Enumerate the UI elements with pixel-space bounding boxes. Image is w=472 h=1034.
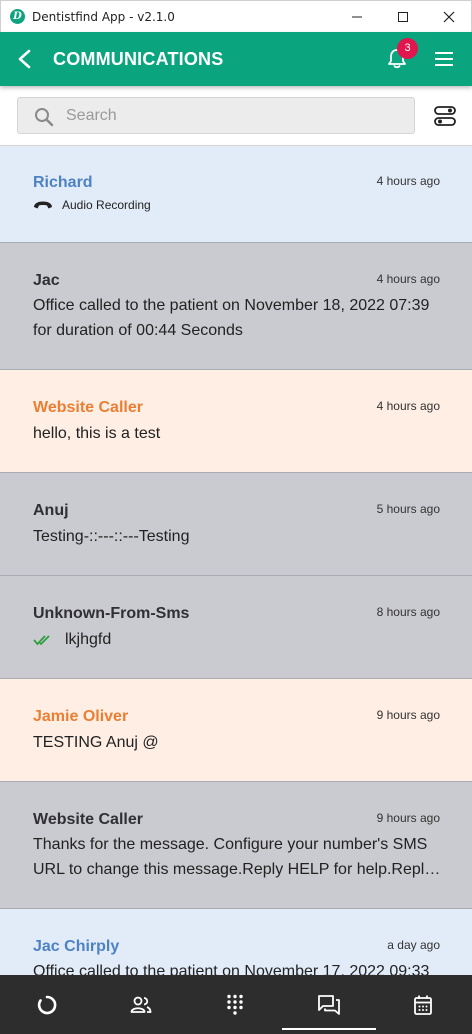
- timestamp: 4 hours ago: [376, 174, 440, 188]
- timestamp: 4 hours ago: [376, 272, 440, 286]
- list-item[interactable]: Website Caller 4 hours ago hello, this i…: [0, 370, 472, 473]
- contact-name: Jac: [33, 272, 60, 289]
- window-titlebar: D Dentistfind App - v2.1.0: [0, 0, 472, 32]
- message-preview: hello, this is a test: [33, 425, 161, 442]
- filter-button[interactable]: [432, 103, 458, 129]
- search-box[interactable]: [17, 97, 415, 134]
- list-item[interactable]: Richard 4 hours ago Audio Recording: [0, 146, 472, 243]
- contact-name: Jac Chirply: [33, 938, 120, 955]
- page-title: COMMUNICATIONS: [53, 49, 224, 69]
- maximize-icon: [398, 12, 408, 22]
- window-title: Dentistfind App - v2.1.0: [32, 10, 175, 24]
- sms-message-row: lkjhgfd: [33, 631, 111, 649]
- message-preview: Testing-::---::---Testing: [33, 528, 190, 545]
- contact-name: Richard: [33, 174, 93, 191]
- list-item[interactable]: Website Caller 9 hours ago Thanks for th…: [0, 782, 472, 909]
- timestamp: a day ago: [387, 938, 440, 952]
- bottom-navigation: [0, 975, 472, 1034]
- message-preview: Office called to the patient on November…: [33, 297, 430, 339]
- list-item[interactable]: Jamie Oliver 9 hours ago TESTING Anuj @: [0, 679, 472, 782]
- filter-toggle-icon: [434, 106, 456, 126]
- close-icon: [443, 11, 455, 23]
- phone-hangup-icon: [34, 201, 52, 209]
- list-item[interactable]: Jac Chirply a day ago Office called to t…: [0, 909, 472, 975]
- minimize-icon: [352, 16, 362, 18]
- nav-communications[interactable]: [282, 975, 376, 1034]
- timestamp: 9 hours ago: [376, 811, 440, 825]
- message-preview: Office called to the patient on November…: [33, 963, 430, 975]
- minimize-button[interactable]: [337, 1, 377, 33]
- nav-calendar[interactable]: [376, 975, 470, 1034]
- nav-contacts[interactable]: [94, 975, 188, 1034]
- chevron-left-icon: [18, 49, 31, 69]
- back-button[interactable]: [12, 46, 36, 72]
- chat-icon: [318, 994, 340, 1015]
- list-item[interactable]: Jac 4 hours ago Office called to the pat…: [0, 243, 472, 370]
- timestamp: 5 hours ago: [376, 502, 440, 516]
- message-preview: TESTING Anuj @: [33, 734, 159, 751]
- message-preview: lkjhgfd: [65, 631, 112, 648]
- app-header: COMMUNICATIONS 3: [0, 32, 472, 86]
- app-logo: D: [10, 9, 25, 24]
- search-icon: [35, 108, 54, 127]
- timestamp: 9 hours ago: [376, 708, 440, 722]
- loading-icon: [37, 995, 57, 1014]
- contact-name: Jamie Oliver: [33, 708, 129, 725]
- contacts-icon: [130, 996, 152, 1013]
- search-bar: [0, 86, 472, 145]
- contact-name: Website Caller: [33, 399, 143, 416]
- hamburger-menu-icon: [435, 52, 453, 66]
- nav-dialpad[interactable]: [188, 975, 282, 1034]
- notification-badge: 3: [397, 38, 418, 59]
- audio-recording-row[interactable]: Audio Recording: [33, 198, 151, 212]
- calendar-icon: [414, 995, 432, 1015]
- close-button[interactable]: [429, 1, 469, 33]
- maximize-button[interactable]: [383, 1, 423, 33]
- double-check-icon: [33, 635, 50, 646]
- timestamp: 8 hours ago: [376, 605, 440, 619]
- dialpad-icon: [227, 994, 243, 1015]
- list-item[interactable]: Anuj 5 hours ago Testing-::---::---Testi…: [0, 473, 472, 576]
- timestamp: 4 hours ago: [376, 399, 440, 413]
- audio-recording-label: Audio Recording: [62, 198, 151, 212]
- message-preview: Thanks for the message. Configure your n…: [33, 836, 433, 878]
- contact-name: Website Caller: [33, 811, 143, 828]
- nav-dashboard[interactable]: [0, 975, 94, 1034]
- search-input[interactable]: [66, 98, 406, 133]
- list-item[interactable]: Unknown-From-Sms 8 hours ago lkjhgfd: [0, 576, 472, 679]
- communications-list: Richard 4 hours ago Audio Recording Jac …: [0, 145, 472, 975]
- menu-button[interactable]: [430, 46, 458, 72]
- contact-name: Unknown-From-Sms: [33, 605, 190, 622]
- contact-name: Anuj: [33, 502, 69, 519]
